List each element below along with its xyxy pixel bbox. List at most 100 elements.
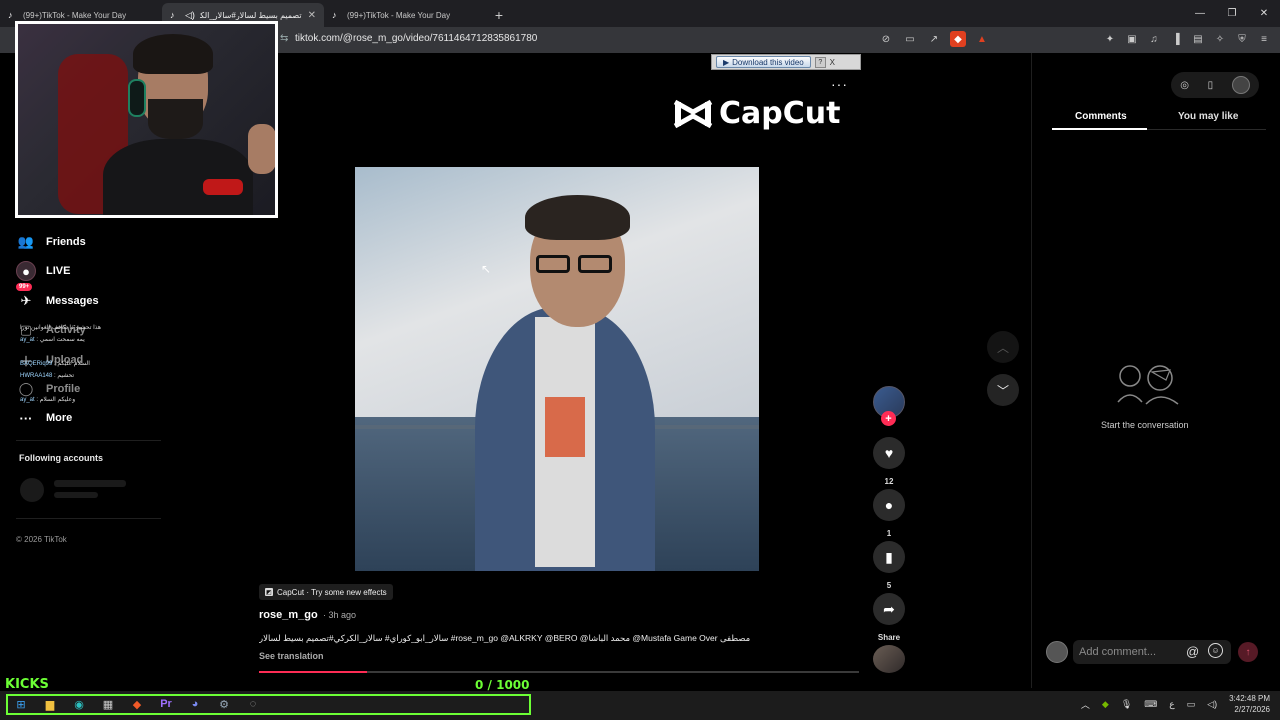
download-video-button[interactable]: ▶ Download this video — [716, 56, 811, 68]
tray-overflow-icon[interactable]: ︿ — [1081, 698, 1090, 711]
share-button[interactable]: ➦ — [873, 593, 905, 625]
close-window-icon[interactable]: ✕ — [1248, 0, 1280, 27]
network-icon[interactable]: ▭ — [1187, 699, 1196, 710]
nav-friends[interactable]: 👥 Friends — [16, 232, 86, 252]
screenshot-icon[interactable]: ▣ — [1124, 31, 1140, 47]
extensions-icon[interactable]: ✦ — [1102, 31, 1118, 47]
close-tab-icon[interactable]: ✕ — [308, 10, 316, 21]
share-arrow-icon: ➦ — [883, 600, 895, 617]
brave-shield-icon[interactable]: ◆ — [950, 31, 966, 47]
effect-tag[interactable]: ◩ CapCut · Try some new effects — [259, 584, 393, 600]
audio-icon[interactable]: ◁) — [185, 10, 195, 20]
new-tab-button[interactable]: + — [486, 3, 512, 27]
calculator-icon[interactable]: ▦ — [99, 696, 117, 712]
messages-badge: 99+ — [16, 283, 33, 291]
app-icon[interactable]: ◌ — [244, 696, 262, 712]
like-action: ♥ 12 — [873, 437, 905, 486]
url-field[interactable]: tiktok.com/@rose_m_go/video/761146471283… — [295, 33, 537, 44]
comment-button[interactable]: ● — [873, 489, 905, 521]
language-indicator[interactable]: ع — [1169, 699, 1174, 710]
share-label: Share — [877, 633, 901, 642]
next-video-button[interactable]: ﹀ — [987, 374, 1019, 406]
nav-messages[interactable]: ✈ 99+ Messages — [16, 283, 99, 311]
premiere-icon[interactable]: Pr — [157, 696, 175, 712]
music-disc[interactable] — [873, 645, 905, 673]
wallet-icon[interactable]: ▤ — [1190, 31, 1206, 47]
author-username[interactable]: rose_m_go — [259, 609, 318, 621]
save-count: 5 — [886, 581, 892, 590]
sidebar-icon[interactable]: ▐ — [1168, 31, 1184, 47]
nvidia-icon[interactable]: ◆ — [1102, 699, 1109, 710]
video-player[interactable] — [355, 167, 759, 571]
vpn-icon[interactable]: ⛨ — [1234, 31, 1250, 47]
keyboard-icon[interactable]: ⌨ — [1144, 699, 1157, 710]
brave-icon[interactable]: ◆ — [128, 696, 146, 712]
taskbar-clock[interactable]: 3:42:48 PM 2/27/2026 — [1229, 693, 1270, 715]
video-more-options-button[interactable]: ··· — [831, 76, 848, 92]
tab-you-may-like[interactable]: You may like — [1178, 111, 1238, 122]
follow-button[interactable]: + — [881, 411, 896, 426]
share-action: ➦ Share — [873, 593, 905, 642]
commenter-avatar — [1046, 641, 1068, 663]
like-button[interactable]: ♥ — [873, 437, 905, 469]
see-translation-link[interactable]: See translation — [259, 651, 324, 661]
restore-icon[interactable]: ❐ — [1216, 0, 1248, 27]
microphone-icon[interactable]: 🎙 — [1121, 699, 1132, 710]
tab-comments[interactable]: Comments — [1075, 111, 1127, 122]
menu-icon[interactable]: ≡ — [1256, 31, 1272, 47]
tab-title: تصميم بسيط لسالار#سالار_الكر — [200, 10, 302, 20]
nav-more[interactable]: ··· More — [16, 408, 73, 428]
comment-count: 1 — [886, 529, 892, 538]
minimize-icon[interactable]: — — [1184, 0, 1216, 27]
nav-live[interactable]: ● LIVE — [16, 261, 70, 281]
browser-tab-3[interactable]: ♪ (99+)TikTok - Make Your Day — [324, 3, 486, 27]
volume-icon[interactable]: ◁) — [1207, 699, 1217, 710]
capcut-icon: ◩ — [265, 588, 273, 596]
nav-label: More — [46, 412, 73, 424]
video-progress-fill — [259, 671, 367, 673]
loading-text-placeholder — [54, 480, 126, 487]
brave-rewards-icon[interactable]: ▲ — [974, 31, 990, 47]
steam-icon[interactable]: ⚙ — [215, 696, 233, 712]
save-action: ▮ 5 — [873, 541, 905, 590]
loading-avatar-placeholder — [20, 478, 44, 502]
chat-message: هذا تحشير ذا تكافف الغوانين نورا — [20, 325, 102, 331]
cast-icon[interactable]: ▭ — [902, 31, 918, 47]
tab-title: (99+)TikTok - Make Your Day — [23, 10, 127, 20]
tiktok-icon: ♪ — [170, 9, 175, 20]
system-tray: ︿ ◆ 🎙 ⌨ ع ▭ ◁) 3:42:48 PM 2/27/2026 — [1081, 693, 1270, 715]
file-explorer-icon[interactable]: ▆ — [41, 696, 59, 712]
divider — [16, 518, 161, 519]
send-comment-button[interactable]: ↑ — [1238, 642, 1258, 662]
loading-text-placeholder — [54, 492, 98, 498]
phone-icon[interactable]: ▯ — [1208, 80, 1214, 91]
play-icon: ▶ — [723, 57, 730, 67]
user-avatar[interactable] — [1231, 76, 1250, 94]
live-icon: ● — [16, 261, 36, 281]
share-icon[interactable]: ↗ — [926, 31, 942, 47]
close-download-bar-button[interactable]: X — [827, 57, 838, 68]
taskbar-apps: ⊞ ▆ ◉ ▦ ◆ Pr ◕ ⚙ ◌ — [12, 696, 262, 712]
streamer-webcam — [15, 21, 278, 218]
save-button[interactable]: ▮ — [873, 541, 905, 573]
emoji-icon[interactable]: ☺ — [1208, 643, 1223, 658]
windows-start-icon[interactable]: ⊞ — [12, 696, 30, 712]
help-button[interactable]: ? — [814, 56, 826, 68]
effect-tag-label: CapCut · Try some new effects — [277, 587, 387, 597]
site-info-icon[interactable]: ⇆ — [280, 33, 288, 44]
ai-icon[interactable]: ✧ — [1212, 31, 1228, 47]
discord-icon[interactable]: ◕ — [186, 696, 204, 712]
no-tracking-icon[interactable]: ⊘ — [878, 31, 894, 47]
comment-action: ● 1 — [873, 489, 905, 538]
video-progress-bar[interactable] — [259, 671, 859, 673]
music-icon[interactable]: ♫ — [1146, 31, 1162, 47]
mention-button[interactable]: @ — [1186, 644, 1199, 659]
compass-icon[interactable]: ◎ — [1180, 80, 1189, 91]
mouse-cursor-icon: ↖ — [481, 262, 492, 276]
edge-icon[interactable]: ◉ — [70, 696, 88, 712]
like-count: 12 — [884, 477, 894, 486]
tab-title: (99+)TikTok - Make Your Day — [347, 10, 451, 20]
window-controls: — ❐ ✕ — [1184, 0, 1280, 27]
clock-date: 2/27/2026 — [1234, 705, 1270, 714]
previous-video-button[interactable]: ︿ — [987, 331, 1019, 363]
